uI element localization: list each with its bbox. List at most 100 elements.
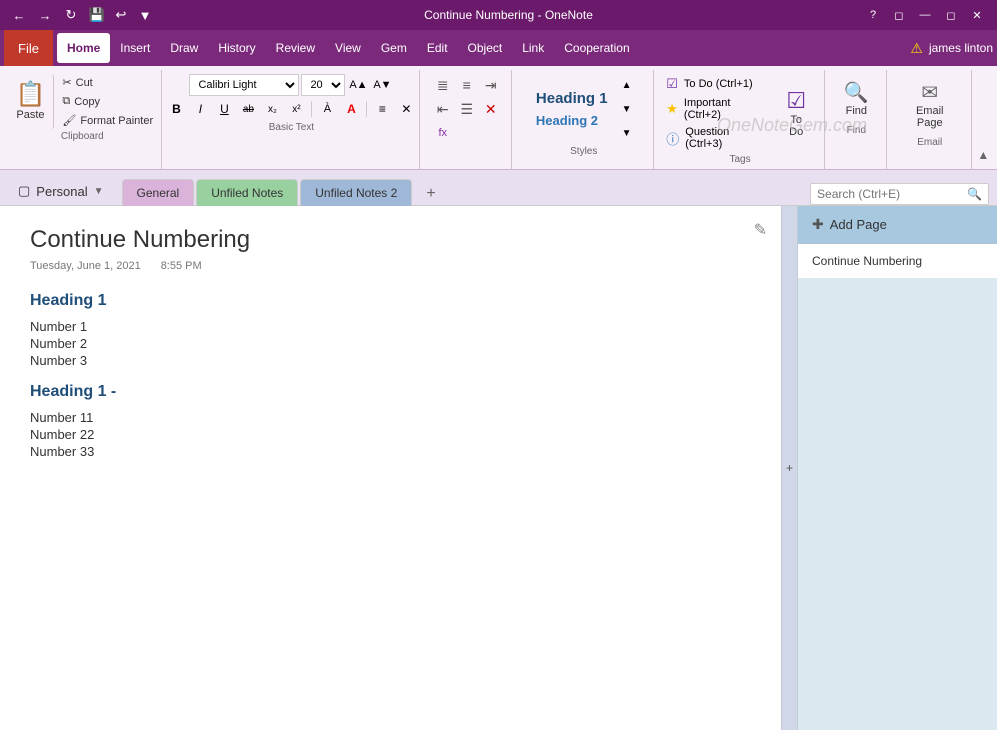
draw-menu[interactable]: Draw [160,33,208,63]
style-scroll-up[interactable]: ▲ [616,74,638,96]
back-button[interactable]: ← [8,4,30,26]
side-expand-button[interactable]: + [781,206,797,730]
increase-font-button[interactable]: A▲ [347,74,369,96]
expand-icon: + [786,461,793,475]
add-tab-button[interactable]: + [418,183,443,205]
find-group: 🔍 Find Find [827,70,887,169]
cooperation-menu[interactable]: Cooperation [554,33,639,63]
cut-button[interactable]: ✂ Cut [58,74,157,91]
insert-menu[interactable]: Insert [110,33,160,63]
search-input[interactable] [817,187,967,201]
bullet-list-button[interactable]: ≣ [432,74,454,96]
minimize-button[interactable]: — [913,5,937,25]
tab-general[interactable]: General [122,179,195,206]
align-button[interactable]: ≡ [371,98,393,120]
clipboard-label: Clipboard [61,131,104,142]
add-page-button[interactable]: ✚ Add Page [798,206,997,244]
undo-button[interactable]: ↩ [110,4,132,26]
tab-unfiled-notes-2[interactable]: Unfiled Notes 2 [300,179,412,206]
user-warning-icon: ⚠ [910,40,923,57]
todo-button[interactable]: ☑ To Do [775,82,818,144]
window-controls[interactable]: ? ◻ — ◻ ✕ [861,5,989,25]
styles-group: Heading 1 Heading 2 ▲ ▼ ▼ Styles [514,70,654,169]
font-name-select[interactable]: Calibri Light [189,74,299,96]
username[interactable]: james linton [929,41,993,55]
edit-menu[interactable]: Edit [417,33,458,63]
numbered-list-button[interactable]: ≡ [456,74,478,96]
heading2-style[interactable]: Heading 2 [530,111,614,130]
bold-button[interactable]: B [165,98,187,120]
copy-button[interactable]: ⧉ Copy [58,93,157,110]
email-group: ✉ Email Page Email [889,70,972,169]
object-menu[interactable]: Object [458,33,513,63]
section-2: Heading 1 - Number 11 Number 22 Number 3… [30,383,751,460]
styles-label: Styles [570,146,597,157]
view-menu[interactable]: View [325,33,371,63]
title-bar: ← → ↻ 💾 ↩ ▼ Continue Numbering - OneNote… [0,0,997,30]
font-size-select[interactable]: 20 [301,74,345,96]
page-entry[interactable]: Continue Numbering [798,244,997,279]
gem-menu[interactable]: Gem [371,33,417,63]
paste-button[interactable]: 📋 Paste [8,74,55,129]
restore-button[interactable]: ◻ [887,5,911,25]
style-expand[interactable]: ▼ [616,122,638,144]
history-menu[interactable]: History [208,33,265,63]
menu-bar: File Home Insert Draw History Review Vie… [0,30,997,66]
checkbox-icon: ☑ [666,76,678,92]
section-2-heading[interactable]: Heading 1 - [30,383,751,401]
file-menu[interactable]: File [4,30,53,66]
search-icon[interactable]: 🔍 [967,187,982,201]
format-painter-button[interactable]: 🖌 Format Painter [58,112,157,129]
font-color-button[interactable]: A [340,98,362,120]
list-item: Number 22 [30,426,751,443]
nav-buttons[interactable]: ← → ↻ 💾 ↩ ▼ [8,4,156,26]
outdent-button[interactable]: ⇤ [432,98,454,120]
list-style-button[interactable]: ☰ [456,98,478,120]
window-title: Continue Numbering - OneNote [156,8,861,22]
question-tag[interactable]: ⓘ Question (Ctrl+3) [662,124,770,152]
list-item: Number 3 [30,352,751,369]
search-box[interactable]: 🔍 [810,183,989,205]
highlight-button[interactable]: À [316,98,338,120]
style-scroll-down[interactable]: ▼ [616,98,638,120]
decrease-font-button[interactable]: A▼ [371,74,393,96]
section-1-list: Number 1 Number 2 Number 3 [30,318,751,369]
ribbon-collapse-button[interactable]: ▲ [974,145,993,165]
email-button[interactable]: ✉ Email Page [895,74,965,135]
indent-button[interactable]: ⇥ [480,74,502,96]
notebook-chevron-icon: ▼ [94,186,104,197]
strikethrough-button[interactable]: ab [237,98,259,120]
tab-unfiled-notes[interactable]: Unfiled Notes [196,179,298,206]
todo-tag[interactable]: ☑ To Do (Ctrl+1) [662,74,770,94]
heading1-style[interactable]: Heading 1 [530,88,614,109]
page-title[interactable]: Continue Numbering [30,226,751,254]
important-tag[interactable]: ★ Important (Ctrl+2) [662,95,770,123]
save-button[interactable]: 💾 [86,4,108,26]
find-icon: 🔍 [844,80,869,105]
subscript-button[interactable]: x₂ [261,98,283,120]
edit-icon[interactable]: ✎ [754,220,767,240]
remove-list-button[interactable]: ✕ [480,98,502,120]
find-button[interactable]: 🔍 Find [836,74,877,123]
underline-button[interactable]: U [213,98,235,120]
dropdown-button[interactable]: ▼ [134,4,156,26]
superscript-button[interactable]: x² [285,98,307,120]
email-icon: ✉ [921,80,938,105]
section-2-list: Number 11 Number 22 Number 33 [30,409,751,460]
clear-formatting-button[interactable]: ✕ [395,98,417,120]
find-label: Find [847,125,866,136]
home-menu[interactable]: Home [57,33,110,63]
tags-label: Tags [729,154,750,165]
notebook-name[interactable]: ▢ Personal ▼ [8,177,114,205]
refresh-button[interactable]: ↻ [60,4,82,26]
page-metadata: Tuesday, June 1, 2021 8:55 PM [30,260,751,272]
section-1-heading[interactable]: Heading 1 [30,292,751,310]
fx-button[interactable]: fx [432,122,454,144]
close-button[interactable]: ✕ [965,5,989,25]
italic-button[interactable]: I [189,98,211,120]
link-menu[interactable]: Link [512,33,554,63]
review-menu[interactable]: Review [266,33,325,63]
help-button[interactable]: ? [861,5,885,25]
maximize-button[interactable]: ◻ [939,5,963,25]
forward-button[interactable]: → [34,4,56,26]
